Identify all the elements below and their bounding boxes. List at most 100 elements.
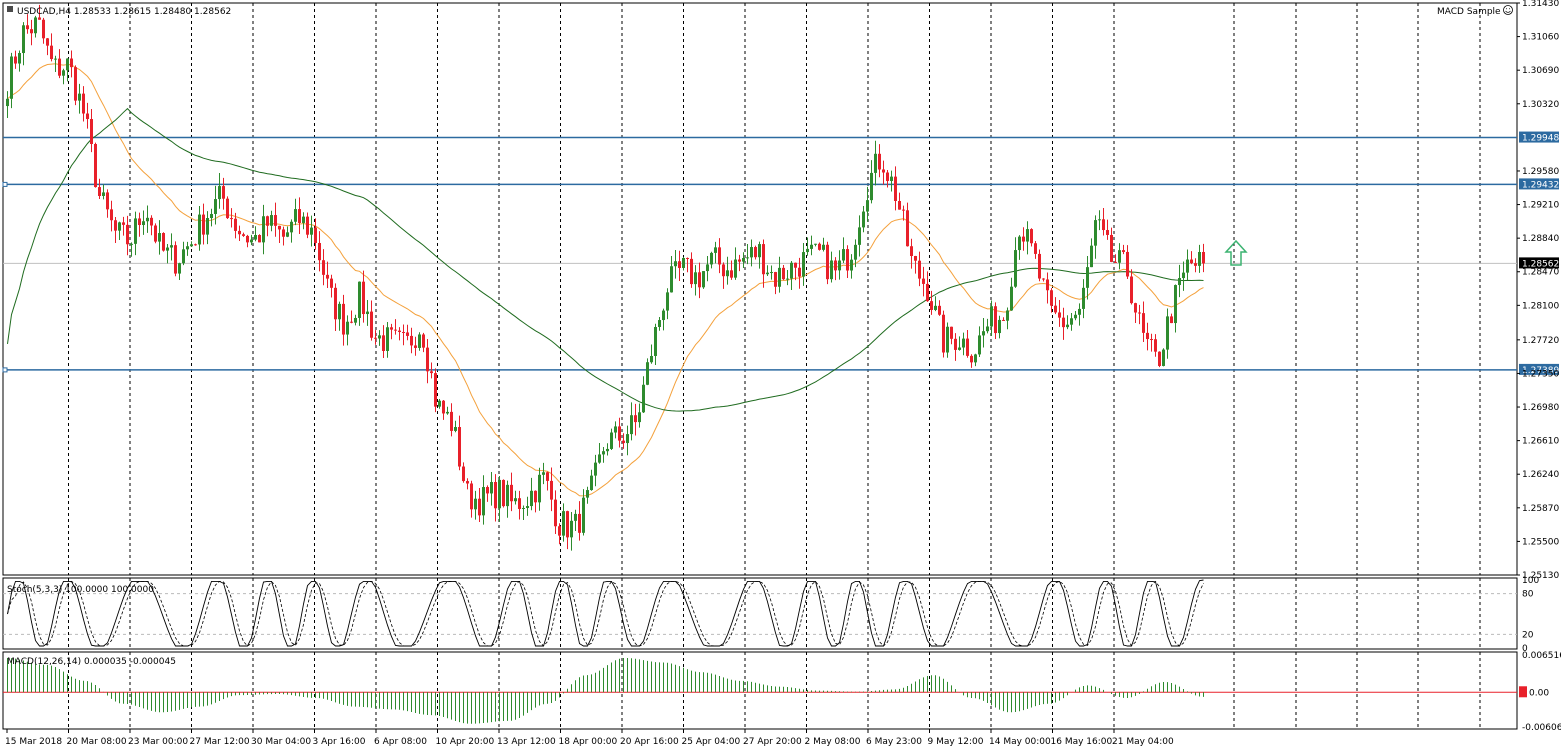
candle-body [122,222,125,225]
candle-body [586,490,589,498]
stoch-signal-line [7,580,1204,647]
candle-body [914,256,917,261]
candle-body [642,384,645,413]
candle-body [746,257,749,259]
candle-body [726,270,729,277]
candle-body [326,274,329,279]
candle-body [118,222,121,231]
candle-body [90,119,93,144]
level-anchor-handle[interactable] [2,181,8,187]
candle-body [778,267,781,287]
candle-body [1090,245,1093,268]
candle-body [654,327,657,356]
candle-body [498,479,501,509]
candle-body [818,243,821,250]
candle-body [490,482,493,494]
x-tick-label: 15 Mar 2018 [5,737,62,747]
candle-body [346,321,349,335]
candle-body [526,506,529,508]
candle-body [366,311,369,315]
buy-arrow-icon[interactable] [1224,239,1248,266]
candle-body [518,498,521,509]
candle-body [886,172,889,181]
smiley-face-icon[interactable] [1503,5,1513,15]
candle-body [434,373,437,407]
candle-body [250,239,253,243]
stochastic-lines: 10080200 [3,576,1539,654]
candle-body [566,511,569,538]
candle-body [1030,229,1033,244]
candle-body [930,301,933,310]
ma-slow-line [7,107,1204,412]
candle-body [62,70,65,76]
candle-body [482,487,485,516]
candle-body [1078,308,1081,315]
x-tick-label: 27 Apr 20:00 [743,737,802,747]
candle-body [1042,278,1045,280]
x-tick-label: 6 Apr 08:00 [374,737,427,747]
trading-chart[interactable]: 1.299481.294321.273891.28562 10080200 0.… [0,0,1561,751]
candle-body [578,513,581,533]
x-tick-label: 9 May 12:00 [928,737,984,747]
candles [6,4,1205,551]
candle-body [358,281,361,318]
candle-body [582,497,585,533]
candle-body [698,272,701,288]
candle-body [370,311,373,338]
x-tick-label: 20 Apr 16:00 [620,737,679,747]
candle-body [210,213,213,219]
candle-body [982,331,985,336]
candle-body [70,58,73,68]
candle-body [1186,259,1189,273]
candle-body [258,235,261,243]
y-tick-label: 1.28470 [1522,268,1559,278]
candle-body [946,326,949,353]
candle-body [606,448,609,452]
candle-body [814,243,817,245]
menu-icon[interactable] [7,6,13,12]
candle-body [350,321,353,323]
candle-body [1062,317,1065,328]
candle-body [1134,303,1137,313]
level-anchor-handle[interactable] [2,367,8,373]
candle-body [710,252,713,265]
candle-body [938,305,941,315]
candle-body [1026,229,1029,242]
candle-body [270,215,273,226]
stochastic-pane[interactable] [2,577,1518,650]
candle-body [678,261,681,268]
candle-body [786,278,789,280]
candle-body [610,432,613,449]
candle-body [470,483,473,510]
price-pane[interactable] [2,2,1518,576]
candle-body [130,243,133,245]
candle-body [510,484,513,502]
candle-body [1094,220,1097,246]
candle-body [790,262,793,279]
candle-body [894,176,897,201]
candle-body [554,499,557,527]
candle-body [382,335,385,351]
candle-body [978,335,981,355]
candle-body [1142,313,1145,333]
candle-body [1086,267,1089,288]
candle-body [94,143,97,188]
x-tick-label: 16 May 16:00 [1051,737,1113,747]
candle-body [98,187,101,196]
y-tick-label: 1.25130 [1522,571,1559,581]
candle-body [462,466,465,482]
x-tick-label: 6 May 23:00 [866,737,922,747]
candle-body [570,520,573,538]
candle-body [822,244,825,250]
candle-body [738,259,741,262]
candle-body [154,225,157,242]
x-tick-label: 10 Apr 20:00 [436,737,495,747]
candle-body [762,244,765,275]
candle-body [666,292,669,311]
candle-body [514,498,517,502]
price-levels[interactable]: 1.299481.294321.273891.28562 [2,131,1559,376]
level-price-text: 1.29432 [1522,180,1559,190]
candle-body [66,58,69,71]
candle-body [330,278,333,288]
candle-body [426,347,429,372]
